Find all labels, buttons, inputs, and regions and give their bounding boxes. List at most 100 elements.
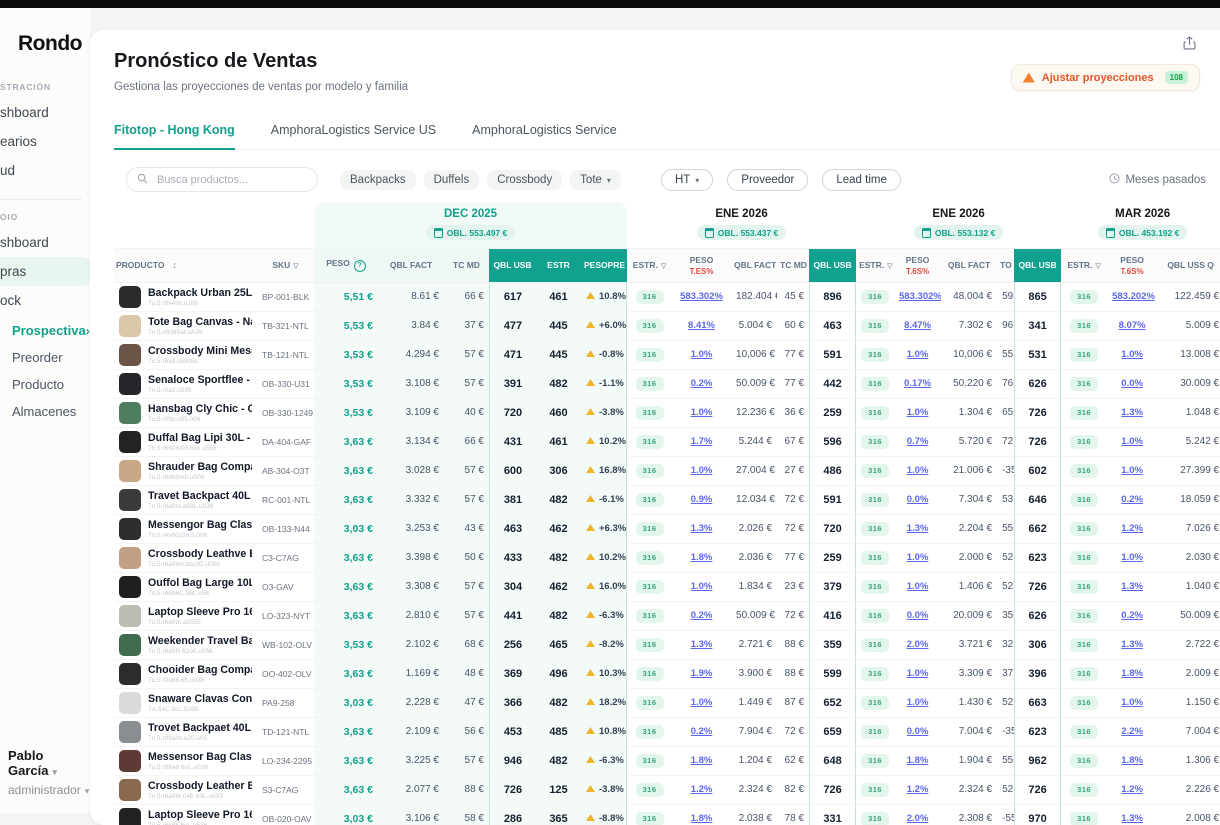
table-row[interactable]: Crossbody Leathve Bag - Cog rae7u.5.r6a9… — [114, 544, 1220, 573]
cell-peso-tes[interactable]: 0.0% — [894, 718, 941, 747]
peso-link[interactable]: 1.0% — [907, 552, 929, 563]
cell-peso-tes[interactable]: 583.302% — [672, 283, 731, 312]
peso-link[interactable]: 1.8% — [691, 552, 713, 563]
sidebar-item-pras[interactable]: pras — [0, 257, 90, 286]
peso-link[interactable]: 0.9% — [691, 494, 713, 505]
cell-peso-tes[interactable]: 1.0% — [672, 573, 731, 602]
col-header-producto[interactable]: PRODUCTO↕ — [114, 249, 257, 283]
cell-peso-tes[interactable]: 583.302% — [894, 283, 941, 312]
cell-peso-tes[interactable]: 0.9% — [672, 486, 731, 515]
peso-link[interactable]: 0.7% — [907, 436, 929, 447]
peso-link[interactable]: 8.47% — [904, 320, 931, 331]
sidebar-item-almacenes[interactable]: Almacenes — [0, 398, 90, 425]
table-row[interactable]: Snaware Clavas Confert - White7A.84C.9cL… — [114, 689, 1220, 718]
cell-peso-tes[interactable]: 1.0% — [672, 689, 731, 718]
cell-peso-tes[interactable]: 1.2% — [672, 776, 731, 805]
peso-link[interactable]: 1.0% — [691, 697, 713, 708]
table-row[interactable]: Tote Bag Canvas - Natural7n.5.v60d5at.uA… — [114, 312, 1220, 341]
table-row[interactable]: Laptop Sleeve Pro 16" - Navy7u.5.r6a0m.a… — [114, 602, 1220, 631]
cell-peso-tes[interactable]: 1.0% — [672, 457, 731, 486]
peso-link[interactable]: 1.8% — [1121, 755, 1143, 766]
cell-peso-tes[interactable]: 1.0% — [1107, 544, 1157, 573]
cell-peso-tes[interactable]: 0.0% — [1107, 370, 1157, 399]
peso-link[interactable]: 1.0% — [1121, 552, 1143, 563]
table-row[interactable]: Messengor Bag Classic - Cool7n.5.r4v6G2m… — [114, 515, 1220, 544]
peso-link[interactable]: 1.0% — [907, 465, 929, 476]
cell-peso-tes[interactable]: 1.0% — [1107, 689, 1157, 718]
peso-link[interactable]: 1.0% — [907, 668, 929, 679]
peso-link[interactable]: 2.0% — [907, 813, 929, 824]
filter-funnel-icon[interactable]: ▽ — [661, 263, 666, 270]
peso-link[interactable]: 1.3% — [691, 523, 713, 534]
peso-link[interactable]: 1.0% — [907, 349, 929, 360]
cell-peso-tes[interactable]: 1.0% — [894, 341, 941, 370]
user-role[interactable]: administrador▾ — [8, 783, 90, 797]
peso-link[interactable]: 583.302% — [680, 291, 723, 302]
sidebar-item-ud[interactable]: ud — [0, 156, 90, 185]
peso-link[interactable]: 1.0% — [1121, 465, 1143, 476]
peso-link[interactable]: 1.0% — [1121, 436, 1143, 447]
cell-peso-tes[interactable]: 1.0% — [894, 660, 941, 689]
cell-peso-tes[interactable]: 0.2% — [672, 602, 731, 631]
peso-link[interactable]: 1.3% — [1121, 581, 1143, 592]
peso-link[interactable]: 1.2% — [1121, 523, 1143, 534]
peso-link[interactable]: 0.17% — [904, 378, 931, 389]
sidebar-item-prospectiva[interactable]: Prospectiva› — [0, 315, 90, 344]
adjust-projections-button[interactable]: Ajustar proyecciones 108 — [1011, 64, 1200, 91]
sidebar-item-earios[interactable]: earios — [0, 127, 90, 156]
tab-fitotop-hong-kong[interactable]: Fitotop - Hong Kong — [114, 123, 235, 150]
chip-backpacks[interactable]: Backpacks — [340, 170, 416, 190]
cell-peso-tes[interactable]: 1.8% — [672, 805, 731, 825]
peso-link[interactable]: 0.2% — [1121, 610, 1143, 621]
peso-link[interactable]: 0.0% — [907, 610, 929, 621]
cell-peso-tes[interactable]: 8.47% — [894, 312, 941, 341]
user-name[interactable]: Pablo García▾ — [8, 748, 90, 778]
table-row[interactable]: Crossbody Leather Bag - Cog rae7n.5.r6a9… — [114, 776, 1220, 805]
cell-peso-tes[interactable]: 1.3% — [1107, 631, 1157, 660]
filter-pill-ht[interactable]: HT▾ — [661, 169, 713, 191]
cell-peso-tes[interactable]: 1.2% — [1107, 776, 1157, 805]
cell-peso-tes[interactable]: 0.7% — [894, 428, 941, 457]
col-header-estr-y[interactable]: ESTR.▽ — [856, 249, 894, 283]
peso-link[interactable]: 0.2% — [1121, 494, 1143, 505]
cell-peso-tes[interactable]: 1.8% — [1107, 747, 1157, 776]
chip-tote[interactable]: Tote▾ — [570, 170, 621, 190]
peso-link[interactable]: 1.3% — [1121, 407, 1143, 418]
peso-link[interactable]: 2.0% — [907, 639, 929, 650]
cell-peso-tes[interactable]: 1.0% — [894, 544, 941, 573]
peso-link[interactable]: 1.2% — [1121, 784, 1143, 795]
peso-link[interactable]: 1.0% — [691, 581, 713, 592]
cell-peso-tes[interactable]: 1.9% — [672, 660, 731, 689]
peso-link[interactable]: 583.202% — [1112, 291, 1155, 302]
col-header-sku[interactable]: SKU▽ — [257, 249, 314, 283]
sidebar-item-preorder[interactable]: Preorder — [0, 344, 90, 371]
peso-link[interactable]: 1.3% — [1121, 639, 1143, 650]
share-icon[interactable] — [1179, 34, 1200, 57]
table-row[interactable]: Ouffol Bag Large 10L - Buttorus 1037n.5.… — [114, 573, 1220, 602]
chip-duffels[interactable]: Duffels — [424, 170, 480, 190]
cell-peso-tes[interactable]: 1.0% — [672, 341, 731, 370]
cell-peso-tes[interactable]: 2.0% — [894, 631, 941, 660]
sidebar-item-shboard[interactable]: shboard — [0, 228, 90, 257]
peso-link[interactable]: 2.2% — [1121, 726, 1143, 737]
peso-link[interactable]: 1.0% — [907, 697, 929, 708]
table-row[interactable]: Shrauder Bag Compact - Sapa7u.5.r6d65m9.… — [114, 457, 1220, 486]
peso-link[interactable]: 8.41% — [688, 320, 715, 331]
sidebar-item-shboard[interactable]: shboard — [0, 98, 90, 127]
table-row[interactable]: Senaloce Sportflee - Grey7n.5.r0a2.u595O… — [114, 370, 1220, 399]
peso-link[interactable]: 583.302% — [899, 291, 941, 302]
cell-peso-tes[interactable]: 0.2% — [672, 370, 731, 399]
cell-peso-tes[interactable]: 1.0% — [894, 457, 941, 486]
filter-pill-lead-time[interactable]: Lead time — [822, 169, 901, 191]
peso-link[interactable]: 0.0% — [907, 726, 929, 737]
peso-link[interactable]: 1.2% — [907, 784, 929, 795]
peso-link[interactable]: 1.0% — [691, 407, 713, 418]
cell-peso-tes[interactable]: 1.0% — [1107, 428, 1157, 457]
cell-peso-tes[interactable]: 1.0% — [672, 399, 731, 428]
peso-link[interactable]: 1.3% — [1121, 813, 1143, 824]
tab-amphoralogistics-service[interactable]: AmphoraLogistics Service — [472, 123, 617, 149]
peso-link[interactable]: 1.8% — [691, 813, 713, 824]
peso-link[interactable]: 1.3% — [907, 523, 929, 534]
table-row[interactable]: Crossbody Mini Messenger7u.5.r6vd.c6905s… — [114, 341, 1220, 370]
cell-peso-tes[interactable]: 0.2% — [1107, 602, 1157, 631]
